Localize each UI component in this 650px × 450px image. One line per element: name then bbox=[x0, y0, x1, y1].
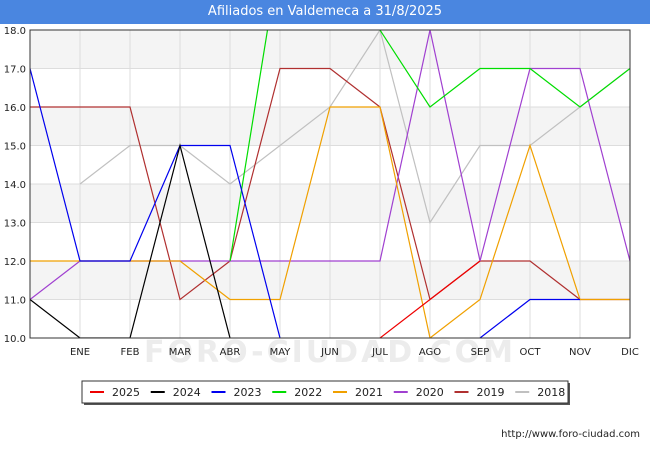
legend-label-2019: 2019 bbox=[477, 386, 505, 399]
legend-label-2021: 2021 bbox=[355, 386, 383, 399]
legend-label-2020: 2020 bbox=[416, 386, 444, 399]
y-tick-label: 13.0 bbox=[4, 219, 26, 230]
x-tick-label: NOV bbox=[569, 347, 591, 358]
y-tick-label: 12.0 bbox=[4, 257, 26, 268]
x-tick-label: DIC bbox=[621, 347, 639, 358]
y-tick-label: 10.0 bbox=[4, 334, 26, 345]
x-tick-label: ABR bbox=[220, 347, 241, 358]
y-tick-label: 18.0 bbox=[4, 26, 26, 37]
y-tick-label: 16.0 bbox=[4, 103, 26, 114]
legend-label-2018: 2018 bbox=[537, 386, 565, 399]
x-tick-label: AGO bbox=[419, 347, 441, 358]
x-tick-label: SEP bbox=[471, 347, 490, 358]
x-tick-label: OCT bbox=[520, 347, 542, 358]
legend-label-2024: 2024 bbox=[173, 386, 201, 399]
line-chart: FORO-CIUDAD.COM10.011.012.013.014.015.01… bbox=[4, 26, 639, 405]
y-tick-label: 15.0 bbox=[4, 142, 26, 153]
y-tick-label: 14.0 bbox=[4, 180, 26, 191]
y-tick-label: 11.0 bbox=[4, 296, 26, 307]
y-tick-label: 17.0 bbox=[4, 65, 26, 76]
x-tick-label: FEB bbox=[121, 347, 140, 358]
x-tick-label: ENE bbox=[70, 347, 90, 358]
x-tick-label: JUL bbox=[371, 347, 388, 358]
legend-label-2025: 2025 bbox=[112, 386, 140, 399]
footer-url[interactable]: http://www.foro-ciudad.com bbox=[501, 429, 640, 440]
legend-label-2022: 2022 bbox=[294, 386, 322, 399]
legend-label-2023: 2023 bbox=[234, 386, 262, 399]
x-tick-label: MAR bbox=[169, 347, 191, 358]
x-tick-label: JUN bbox=[320, 347, 339, 358]
x-tick-label: MAY bbox=[270, 347, 292, 358]
